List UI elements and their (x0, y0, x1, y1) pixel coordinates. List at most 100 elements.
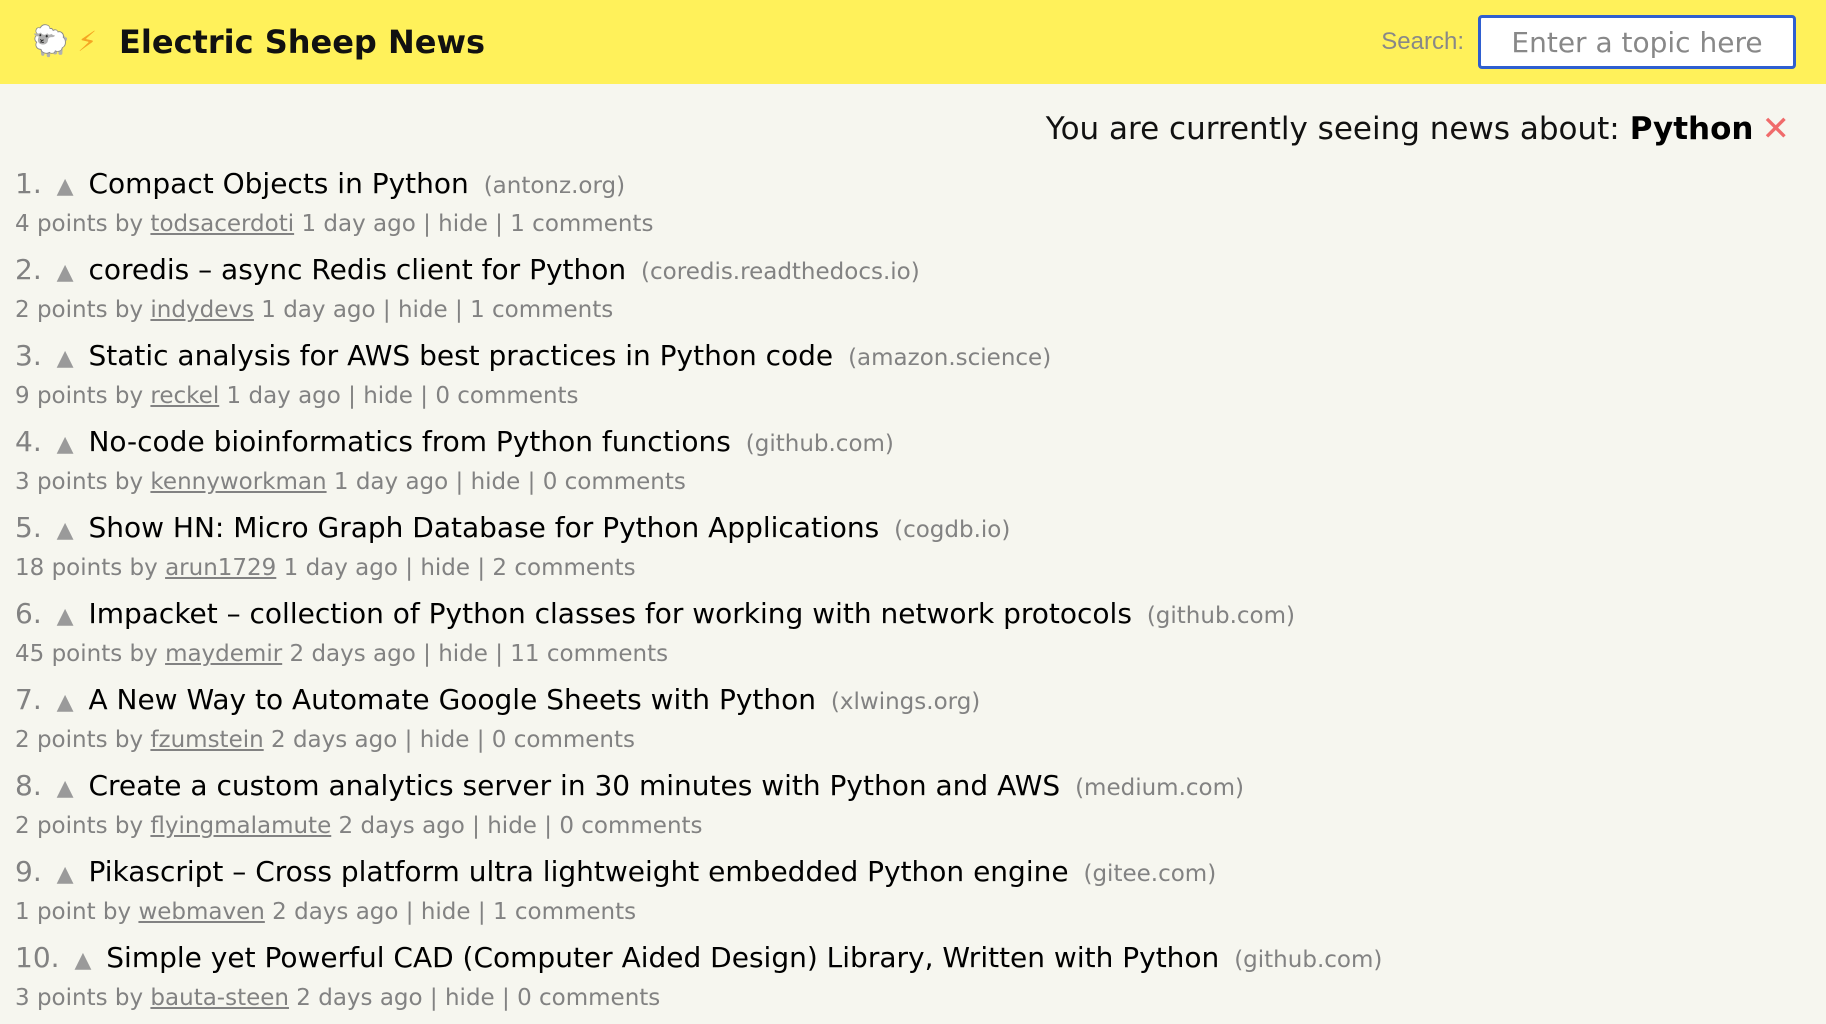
separator: | (476, 727, 485, 753)
story-points: 45 points by (15, 641, 158, 667)
story-item: 5. ▲ Show HN: Micro Graph Database for P… (15, 508, 1826, 594)
story-points: 2 points by (15, 297, 144, 323)
separator: | (472, 813, 480, 839)
upvote-icon[interactable]: ▲ (57, 604, 74, 629)
story-title-link[interactable]: A New Way to Automate Google Sheets with… (88, 683, 816, 716)
hide-link[interactable]: hide (421, 899, 471, 925)
hide-link[interactable]: hide (438, 211, 488, 237)
hide-link[interactable]: hide (471, 469, 521, 495)
story-title-link[interactable]: No-code bioinformatics from Python funct… (88, 425, 730, 458)
separator: | (495, 641, 503, 667)
logo[interactable]: 🐑 ⚡ (32, 27, 97, 57)
search-label: Search: (1381, 28, 1464, 55)
story-author-link[interactable]: fzumstein (150, 727, 263, 753)
upvote-icon[interactable]: ▲ (57, 776, 74, 801)
separator: | (544, 813, 553, 839)
story-item: 9. ▲ Pikascript – Cross platform ultra l… (15, 852, 1826, 938)
separator: | (382, 297, 391, 323)
current-topic-banner: You are currently seeing news about: Pyt… (0, 84, 1826, 152)
story-domain[interactable]: (xlwings.org) (831, 689, 980, 715)
separator: | (423, 211, 431, 237)
story-meta: 9 points by reckel 1 day ago | hide | 0 … (15, 379, 1826, 413)
story-title-line: 4. ▲ No-code bioinformatics from Python … (15, 422, 1826, 465)
upvote-icon[interactable]: ▲ (57, 260, 74, 285)
hide-link[interactable]: hide (487, 813, 537, 839)
upvote-icon[interactable]: ▲ (74, 948, 91, 973)
story-points: 3 points by (15, 469, 144, 495)
comments-link[interactable]: 1 comments (510, 211, 653, 237)
story-title-link[interactable]: Show HN: Micro Graph Database for Python… (88, 511, 879, 544)
close-icon[interactable]: ✕ (1762, 112, 1791, 146)
story-domain[interactable]: (cogdb.io) (894, 517, 1010, 543)
upvote-icon[interactable]: ▲ (57, 174, 74, 199)
story-title-link[interactable]: Simple yet Powerful CAD (Computer Aided … (106, 941, 1219, 974)
comments-link[interactable]: 2 comments (492, 555, 635, 581)
sheep-icon: 🐑 (32, 24, 70, 59)
story-title-link[interactable]: Impacket – collection of Python classes … (88, 597, 1131, 630)
story-author-link[interactable]: todsacerdoti (150, 211, 294, 237)
story-author-link[interactable]: webmaven (138, 899, 264, 925)
story-author-link[interactable]: maydemir (165, 641, 282, 667)
upvote-icon[interactable]: ▲ (57, 432, 74, 457)
comments-link[interactable]: 0 comments (492, 727, 635, 753)
story-title-line: 8. ▲ Create a custom analytics server in… (15, 766, 1826, 809)
story-title-link[interactable]: Compact Objects in Python (88, 167, 468, 200)
lightning-bolt-icon: ⚡ (77, 25, 98, 58)
comments-link[interactable]: 0 comments (517, 985, 660, 1011)
separator: | (405, 899, 414, 925)
comments-link[interactable]: 0 comments (543, 469, 686, 495)
hide-link[interactable]: hide (363, 383, 413, 409)
search-area: Search: (1381, 15, 1796, 69)
story-domain[interactable]: (amazon.science) (848, 345, 1051, 371)
story-domain[interactable]: (github.com) (1234, 947, 1382, 973)
story-title-link[interactable]: Static analysis for AWS best practices i… (88, 339, 833, 372)
comments-link[interactable]: 1 comments (470, 297, 613, 323)
hide-link[interactable]: hide (398, 297, 448, 323)
site-title[interactable]: Electric Sheep News (119, 23, 485, 61)
hide-link[interactable]: hide (420, 555, 470, 581)
story-rank: 8. (15, 769, 42, 802)
story-author-link[interactable]: kennyworkman (150, 469, 326, 495)
story-age: 2 days ago (272, 899, 399, 925)
story-item: 2. ▲ coredis – async Redis client for Py… (15, 250, 1826, 336)
story-rank: 7. (15, 683, 42, 716)
story-author-link[interactable]: bauta-steen (150, 985, 289, 1011)
comments-link[interactable]: 1 comments (493, 899, 636, 925)
upvote-icon[interactable]: ▲ (57, 518, 74, 543)
upvote-icon[interactable]: ▲ (57, 862, 74, 887)
story-meta: 45 points by maydemir 2 days ago | hide … (15, 637, 1826, 671)
hide-link[interactable]: hide (438, 641, 488, 667)
story-domain[interactable]: (medium.com) (1075, 775, 1244, 801)
story-title-link[interactable]: Pikascript – Cross platform ultra lightw… (88, 855, 1068, 888)
story-author-link[interactable]: reckel (150, 383, 219, 409)
story-domain[interactable]: (github.com) (1147, 603, 1295, 629)
story-author-link[interactable]: indydevs (150, 297, 254, 323)
story-points: 4 points by (15, 211, 144, 237)
comments-link[interactable]: 0 comments (435, 383, 578, 409)
hide-link[interactable]: hide (420, 727, 470, 753)
hide-link[interactable]: hide (445, 985, 495, 1011)
upvote-icon[interactable]: ▲ (57, 346, 74, 371)
story-domain[interactable]: (coredis.readthedocs.io) (641, 259, 920, 285)
story-rank: 4. (15, 425, 42, 458)
story-author-link[interactable]: arun1729 (165, 555, 276, 581)
story-rank: 6. (15, 597, 42, 630)
upvote-icon[interactable]: ▲ (57, 690, 74, 715)
story-age: 1 day ago (226, 383, 341, 409)
story-item: 8. ▲ Create a custom analytics server in… (15, 766, 1826, 852)
story-title-link[interactable]: coredis – async Redis client for Python (88, 253, 626, 286)
story-domain[interactable]: (gitee.com) (1083, 861, 1216, 887)
search-input[interactable] (1478, 15, 1796, 69)
story-age: 1 day ago (301, 211, 416, 237)
story-domain[interactable]: (github.com) (746, 431, 894, 457)
separator: | (420, 383, 429, 409)
story-title-link[interactable]: Create a custom analytics server in 30 m… (88, 769, 1060, 802)
separator: | (477, 555, 486, 581)
story-domain[interactable]: (antonz.org) (484, 173, 625, 199)
story-meta: 2 points by fzumstein 2 days ago | hide … (15, 723, 1826, 757)
story-author-link[interactable]: flyingmalamute (150, 813, 331, 839)
comments-link[interactable]: 0 comments (559, 813, 702, 839)
separator: | (495, 211, 503, 237)
comments-link[interactable]: 11 comments (510, 641, 668, 667)
story-age: 2 days ago (271, 727, 398, 753)
